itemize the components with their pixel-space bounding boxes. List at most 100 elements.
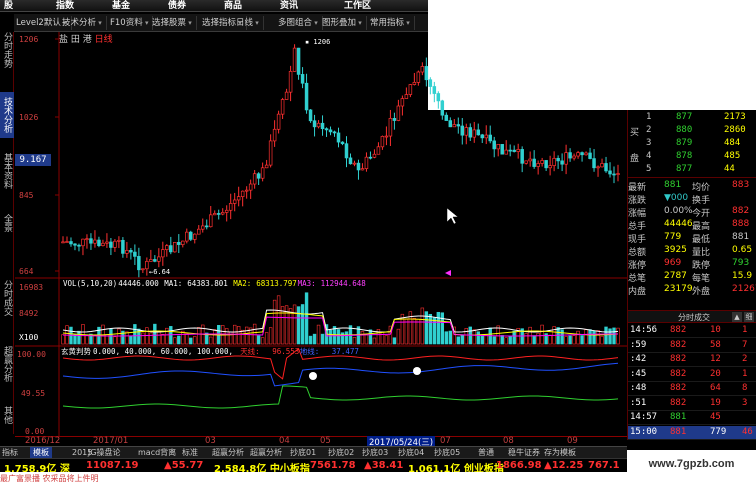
volume-bar <box>368 329 373 345</box>
candle-body <box>308 109 313 122</box>
candle-body <box>416 71 421 83</box>
order-price: 880 <box>676 125 693 135</box>
candle-body <box>616 173 620 175</box>
status-b: 11087.19 <box>86 460 139 471</box>
left-tab[interactable]: 基本资料 <box>0 144 14 198</box>
toolbar: Level2默认 ▾ 技术分析 ▾ F10资料 ▾ 选择股票 ▾ 选择指标 ▾ 日线 ▾ 多… <box>14 14 428 32</box>
volume-bar <box>576 330 580 345</box>
candle-body <box>540 160 544 164</box>
chart-area[interactable]: 1206 1026 845 664 16983 8492 X100 100.00 49.55 0.… <box>15 32 627 436</box>
volume-bar <box>320 333 325 345</box>
candle-body <box>324 128 329 131</box>
stat-label: 量比 <box>692 248 711 258</box>
status-j: 767.1 <box>588 460 620 471</box>
trade-row: 14:57 881 45 <box>628 411 756 425</box>
menu-item[interactable]: 资讯 <box>280 0 298 12</box>
candle-body <box>408 84 413 95</box>
toolbar-item[interactable]: 多图组合 ▾ <box>278 16 323 30</box>
candle-body <box>292 47 297 72</box>
volume-bar <box>556 327 560 345</box>
indicator-header-text: 37.477 <box>332 347 359 356</box>
stat-value: ▼000 <box>664 193 689 203</box>
stat-value: 0.00% <box>664 206 693 216</box>
menu-item[interactable]: 基金 <box>112 0 130 12</box>
left-tab[interactable]: 超赢分析 <box>0 334 14 394</box>
menu-item[interactable]: 商品 <box>224 0 242 12</box>
menu-item[interactable]: 指数 <box>56 0 74 12</box>
candle-body <box>141 268 145 271</box>
volume-bar <box>61 334 65 345</box>
volume-bar <box>612 327 616 345</box>
volume-bar <box>161 333 165 345</box>
left-tab[interactable]: 其他 <box>0 400 14 430</box>
order-book: 1 877 2173 买 2 880 2860 3 879 484 盘 4 878 485 5 877 44 <box>628 110 756 178</box>
toolbar-label: Level2默认 <box>16 18 61 28</box>
volume-bar <box>352 336 357 345</box>
candle-body <box>548 165 552 169</box>
left-tab[interactable]: 技术分析 <box>0 92 14 138</box>
trade-price: 882 <box>670 397 687 408</box>
menu-item[interactable]: 债券 <box>168 0 186 12</box>
candle-body <box>101 242 105 247</box>
left-tab[interactable]: 全景 <box>0 208 14 238</box>
volume-bar <box>372 337 377 345</box>
volume-bar <box>256 335 261 345</box>
candle-body <box>476 129 481 136</box>
toolbar-item[interactable]: 图形叠加 ▾ <box>322 16 367 30</box>
candle-body <box>161 249 165 258</box>
candle-body <box>304 82 309 111</box>
trades-detail-button[interactable]: 细 <box>744 312 754 322</box>
candle-body <box>472 129 477 138</box>
stat-value: 23179 <box>664 284 693 294</box>
candle-body <box>420 66 425 73</box>
candle-body <box>272 128 277 142</box>
candle-body <box>364 156 369 169</box>
stat-row: 涨幅 0.00% 今开 882 <box>628 206 756 219</box>
time-tick: 03 <box>205 436 216 446</box>
status-i: ▲12.25 <box>544 460 584 471</box>
stat-label: 涨停 <box>628 261 647 271</box>
candle-body <box>252 173 257 185</box>
candle-body <box>200 225 205 230</box>
left-tab[interactable]: 分时走势 <box>0 32 14 68</box>
volume-bar <box>560 329 564 345</box>
candle-body <box>125 249 129 254</box>
candle-body <box>352 162 357 165</box>
candle-body <box>316 122 321 128</box>
volume-bar <box>268 327 273 345</box>
candle-body <box>432 86 437 94</box>
toolbar-item[interactable]: F10资料 ▾ <box>110 16 154 30</box>
volume-bar <box>428 313 433 345</box>
candle-body <box>608 170 612 175</box>
toolbar-item[interactable]: 日线 ▾ <box>236 16 264 30</box>
menu-item[interactable]: 工作区 <box>344 0 371 12</box>
candle-body <box>600 163 604 168</box>
left-tab[interactable]: 分时成交 <box>0 274 14 322</box>
candle-body <box>392 118 397 121</box>
toolbar-item[interactable]: 常用指标 ▾ <box>370 16 415 30</box>
chevron-down-icon: ▾ <box>186 19 192 27</box>
volume-bar <box>189 337 193 345</box>
candle-body <box>69 241 73 245</box>
volume-bar <box>288 308 293 345</box>
toolbar-label: 选择股票 <box>152 18 187 28</box>
toolbar-item[interactable]: 技术分析 ▾ <box>62 16 107 30</box>
trade-time: 14:56 <box>630 325 658 335</box>
menu-item[interactable]: 股 <box>4 0 13 12</box>
chevron-down-icon: ▾ <box>96 19 102 27</box>
candle-body <box>260 167 265 179</box>
order-price: 878 <box>676 151 693 161</box>
toolbar-label: 技术分析 <box>62 18 97 28</box>
candle-body <box>185 231 189 242</box>
volume-bar <box>456 336 460 345</box>
indicator-header-text: 96.553 <box>272 347 299 356</box>
candle-body <box>129 249 133 253</box>
volume-tick: 16983 <box>19 283 43 292</box>
stat-value: 881 <box>732 232 750 242</box>
scroll-up-icon[interactable]: ▲ <box>732 312 742 322</box>
toolbar-item[interactable]: 选择股票 ▾ <box>152 16 197 30</box>
candle-body <box>456 124 461 127</box>
kline-chart[interactable]: 1206 1026 845 664 16983 8492 X100 100.00 49.55 0.… <box>15 32 627 436</box>
volume-bar <box>448 330 453 345</box>
trade-time: :48 <box>630 383 647 393</box>
